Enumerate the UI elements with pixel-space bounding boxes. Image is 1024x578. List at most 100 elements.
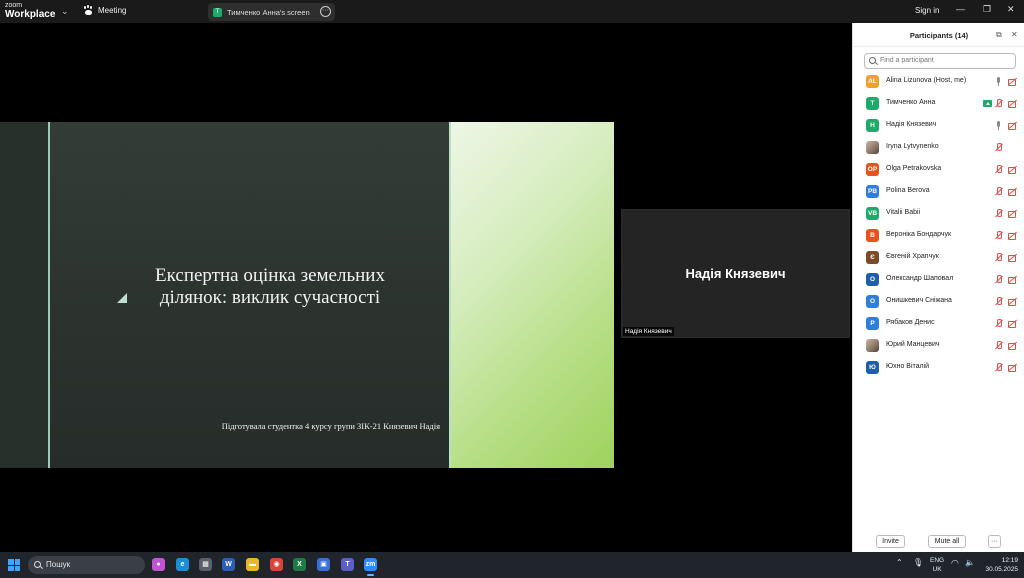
tile-name-label: Надія Князевич <box>623 327 674 336</box>
participant-row[interactable]: В Вероніка Бондарчук <box>853 226 1024 248</box>
camera-off-icon[interactable] <box>1008 341 1017 350</box>
microphone-icon[interactable] <box>994 77 1003 86</box>
participant-name: Тимченко Анна <box>886 99 936 106</box>
restore-icon[interactable]: ❐ <box>983 4 991 15</box>
camera-off-icon[interactable] <box>1008 231 1017 240</box>
camera-off-icon[interactable] <box>1008 253 1017 262</box>
minimize-icon[interactable]: — <box>956 4 965 14</box>
slide-subtitle: Підготувала студентка 4 курсу групи ЗІК-… <box>221 421 440 431</box>
avatar: Т <box>866 97 879 110</box>
chevron-up-icon[interactable]: ⌃ <box>896 558 903 567</box>
avatar: О <box>866 295 879 308</box>
share-label: Тимченко Анна's screen <box>227 7 310 17</box>
slide-accent-line <box>449 122 451 468</box>
calculator-icon[interactable]: ▦ <box>199 558 212 571</box>
avatar: Ю <box>866 361 879 374</box>
microphone-muted-icon[interactable] <box>994 341 1003 350</box>
participant-row[interactable]: Iryna Lytvynenko <box>853 138 1024 160</box>
participant-row[interactable]: О Олександр Шаповал <box>853 270 1024 292</box>
participant-name: Olga Petrakovska <box>886 165 942 172</box>
clock[interactable]: 12:19 30.05.2025 <box>980 556 1018 574</box>
camera-off-icon[interactable] <box>1008 187 1017 196</box>
taskbar-search-input[interactable]: Пошук <box>28 556 145 574</box>
participant-row[interactable]: Р Рябаков Денис <box>853 314 1024 336</box>
camera-off-icon[interactable] <box>1008 77 1017 86</box>
volume-icon[interactable]: 🔈 <box>965 558 975 567</box>
participant-search-input[interactable]: Find a participant <box>864 53 1016 69</box>
participants-header: Participants (14) ⧉ ✕ <box>853 23 1024 47</box>
microphone-muted-icon[interactable] <box>994 231 1003 240</box>
camera-off-icon[interactable] <box>1008 363 1017 372</box>
participant-row[interactable]: Юрий Манцевич <box>853 336 1024 358</box>
microphone-muted-icon[interactable] <box>994 363 1003 372</box>
participant-name: Alina Lizunova (Host, me) <box>886 77 967 84</box>
sign-in-button[interactable]: Sign in <box>915 6 939 15</box>
close-icon[interactable]: ✕ <box>1007 4 1015 15</box>
zoom-icon[interactable]: zm <box>364 558 377 576</box>
participant-row[interactable]: Н Надія Князевич <box>853 116 1024 138</box>
taskbar-search-placeholder: Пошук <box>46 560 71 569</box>
lang-line1: ENG <box>930 557 945 564</box>
search-icon <box>869 57 876 64</box>
microphone-icon[interactable]: 🎙 <box>913 558 923 567</box>
participants-footer: Invite Mute all ··· <box>853 528 1024 552</box>
pop-out-icon[interactable]: ⧉ <box>996 30 1002 40</box>
participant-name: Юхно Віталій <box>886 363 930 370</box>
participant-row[interactable]: OP Olga Petrakovska <box>853 160 1024 182</box>
microphone-muted-icon[interactable] <box>994 319 1003 328</box>
camera-off-icon[interactable] <box>1008 297 1017 306</box>
participant-row[interactable]: AL Alina Lizunova (Host, me) <box>853 72 1024 94</box>
lang-line2: UK <box>932 566 942 573</box>
participant-video-tile[interactable]: Надія Князевич Надія Князевич <box>621 209 850 338</box>
word-icon[interactable]: W <box>222 558 235 571</box>
teams-icon[interactable]: T <box>341 558 354 571</box>
avatar: Р <box>866 317 879 330</box>
microphone-muted-icon[interactable] <box>994 297 1003 306</box>
chrome-icon[interactable]: ◉ <box>270 558 283 571</box>
camera-off-icon[interactable] <box>1008 165 1017 174</box>
search-icon <box>34 561 41 568</box>
language-indicator[interactable]: ENG UK <box>930 556 944 574</box>
more-options-icon[interactable]: ··· <box>320 6 331 17</box>
participant-row[interactable]: О Онишкевич Сніжана <box>853 292 1024 314</box>
zoom-workplace-logo[interactable]: zoom Workplace <box>5 2 55 20</box>
microphone-muted-icon[interactable] <box>994 209 1003 218</box>
microphone-muted-icon[interactable] <box>994 165 1003 174</box>
mute-all-button[interactable]: Mute all <box>928 535 966 548</box>
windows-start-icon[interactable] <box>8 559 20 571</box>
participant-name: Vitalii Babii <box>886 209 921 216</box>
explorer-icon[interactable]: ▬ <box>246 558 259 571</box>
copilot-icon[interactable]: ● <box>152 558 165 571</box>
camera-off-icon[interactable] <box>1008 275 1017 284</box>
edge-icon[interactable]: e <box>176 558 189 571</box>
microphone-muted-icon[interactable] <box>994 187 1003 196</box>
microphone-icon[interactable] <box>994 121 1003 130</box>
meeting-menu[interactable]: Meeting <box>83 5 126 16</box>
participant-row[interactable]: VB Vitalii Babii <box>853 204 1024 226</box>
participant-row[interactable]: Т Тимченко Анна <box>853 94 1024 116</box>
chevron-down-icon[interactable]: ⌄ <box>61 6 69 17</box>
close-panel-icon[interactable]: ✕ <box>1011 30 1018 39</box>
store-icon[interactable]: ▣ <box>317 558 330 571</box>
clock-time: 12:19 <box>1001 557 1018 564</box>
participant-row[interactable]: Є Євгеній Храпчук <box>853 248 1024 270</box>
camera-off-icon[interactable] <box>1008 121 1017 130</box>
invite-button[interactable]: Invite <box>876 535 905 548</box>
participant-row[interactable]: PB Polina Berova <box>853 182 1024 204</box>
camera-off-icon[interactable] <box>1008 319 1017 328</box>
avatar: В <box>866 229 879 242</box>
microphone-muted-icon[interactable] <box>994 99 1003 108</box>
camera-off-icon[interactable] <box>1008 99 1017 108</box>
excel-icon[interactable]: X <box>293 558 306 571</box>
wifi-icon[interactable]: ◠ <box>951 558 959 569</box>
tile-display-name: Надія Князевич <box>685 266 786 281</box>
microphone-muted-icon[interactable] <box>994 143 1003 152</box>
more-button[interactable]: ··· <box>988 535 1001 548</box>
participant-row[interactable]: Ю Юхно Віталій <box>853 358 1024 380</box>
search-placeholder: Find a participant <box>880 57 934 64</box>
presentation-slide: Експертна оцінка земельних ділянок: викл… <box>0 122 614 468</box>
microphone-muted-icon[interactable] <box>994 253 1003 262</box>
screen-share-indicator[interactable]: Т Тимченко Анна's screen ··· <box>208 3 335 21</box>
camera-off-icon[interactable] <box>1008 209 1017 218</box>
microphone-muted-icon[interactable] <box>994 275 1003 284</box>
